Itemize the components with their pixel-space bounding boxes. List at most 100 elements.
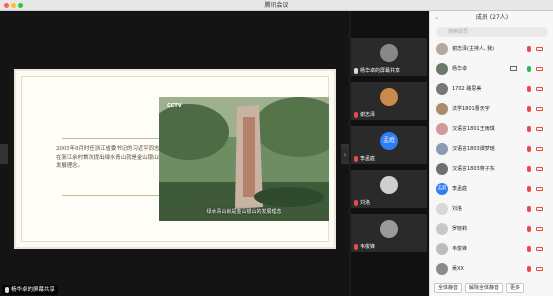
member-name: 1702 路思美	[452, 86, 482, 92]
slide-divider-bottom	[62, 195, 160, 196]
left-side-tab	[0, 144, 8, 164]
camera-off-icon[interactable]	[536, 187, 543, 191]
tile-name: 杨华卓的屏幕共享	[360, 68, 401, 74]
list-item[interactable]: 刘洛	[430, 202, 553, 216]
video-tile[interactable]: 刘洛	[351, 170, 427, 208]
mic-icon	[354, 67, 358, 74]
mic-muted-icon[interactable]	[527, 186, 531, 192]
tile-name: 刘洛	[360, 200, 371, 206]
list-item[interactable]: 1702 路思美	[430, 82, 553, 96]
tile-label: 杨华卓的屏幕共享	[354, 67, 400, 74]
slide-frame: 2005年8月时任浙江省委书记的习近平同志，在浙江余村首次提出绿水青山就是金山银…	[21, 76, 329, 242]
member-name: 李孟庭	[452, 186, 468, 192]
member-name: 杨华卓	[452, 66, 468, 72]
list-item[interactable]: 罗晓莉	[430, 222, 553, 236]
avatar	[436, 243, 448, 255]
list-item[interactable]: 汉语言1801王雨琪	[430, 122, 553, 136]
shared-screen: 2005年8月时任浙江省委书记的习近平同志，在浙江余村首次提出绿水青山就是金山银…	[0, 11, 349, 296]
member-name: 汉语言1803蒋子东	[452, 166, 495, 172]
members-panel-title: 成员 (27人)	[475, 14, 509, 21]
list-item[interactable]: 法学1801曹天宇	[430, 102, 553, 116]
tile-name: 谢志泽	[360, 112, 376, 118]
avatar	[436, 83, 448, 95]
camera-off-icon[interactable]	[536, 147, 543, 151]
mic-muted-icon	[354, 111, 358, 118]
avatar	[436, 123, 448, 135]
window-title: 腾讯会议	[264, 2, 289, 9]
avatar	[436, 43, 448, 55]
avatar	[380, 88, 398, 106]
camera-off-icon[interactable]	[536, 167, 543, 171]
list-item[interactable]: 谢志泽(主持人, 我)	[430, 42, 553, 56]
avatar: 孟庭	[380, 132, 398, 150]
avatar	[436, 203, 448, 215]
avatar	[380, 44, 398, 62]
mic-muted-icon	[354, 155, 358, 162]
chevron-right-icon[interactable]: ›	[341, 148, 349, 162]
list-item[interactable]: 孟庭 李孟庭	[430, 182, 553, 196]
mic-muted-icon[interactable]	[527, 106, 531, 112]
camera-off-icon[interactable]	[536, 247, 543, 251]
title-bar: 腾讯会议	[0, 0, 553, 11]
member-name: 罗晓莉	[452, 226, 468, 232]
mic-muted-icon[interactable]	[527, 166, 531, 172]
member-name: 法学1801曹天宇	[452, 106, 490, 112]
screen-share-label-text: 杨华卓的屏幕共享	[11, 287, 56, 293]
presentation-slide: 2005年8月时任浙江省委书记的习近平同志，在浙江余村首次提出绿水青山就是金山银…	[14, 69, 336, 249]
tile-name: 李孟庭	[360, 156, 376, 162]
mic-muted-icon	[354, 199, 358, 206]
camera-off-icon[interactable]	[536, 107, 543, 111]
unmute-all-button[interactable]: 解除全体静音	[465, 283, 504, 293]
video-tile[interactable]: 杨华卓的屏幕共享	[351, 38, 427, 76]
mic-muted-icon[interactable]	[527, 206, 531, 212]
tile-label: 韦俊锋	[354, 243, 375, 250]
avatar	[436, 263, 448, 275]
member-search-input[interactable]: 搜索成员	[436, 27, 548, 37]
screen-share-icon	[510, 66, 517, 71]
list-item[interactable]: 吴XX	[430, 262, 553, 276]
avatar	[436, 63, 448, 75]
mic-muted-icon[interactable]	[527, 46, 531, 52]
member-name: 汉语言1801王雨琪	[452, 126, 495, 132]
slide-body-text: 2005年8月时任浙江省委书记的习近平同志，在浙江余村首次提出绿水青山就是金山银…	[56, 146, 165, 169]
mic-muted-icon[interactable]	[527, 246, 531, 252]
more-button[interactable]: 更多	[506, 283, 525, 293]
member-name: 谢志泽(主持人, 我)	[452, 46, 495, 52]
camera-off-icon[interactable]	[536, 127, 543, 131]
list-item[interactable]: 韦俊锋	[430, 242, 553, 256]
mute-all-button[interactable]: 全体静音	[434, 283, 463, 293]
camera-off-icon[interactable]	[536, 47, 543, 51]
mic-icon[interactable]	[527, 66, 531, 72]
tile-label: 谢志泽	[354, 111, 375, 118]
mic-muted-icon[interactable]	[527, 266, 531, 272]
slide-photo: CCTV 绿水青山就是金山银山的发展理念	[159, 97, 329, 221]
mic-muted-icon[interactable]	[527, 146, 531, 152]
tile-label: 李孟庭	[354, 155, 375, 162]
camera-off-icon[interactable]	[536, 67, 543, 71]
camera-off-icon[interactable]	[536, 267, 543, 271]
avatar	[380, 220, 398, 238]
avatar	[436, 103, 448, 115]
video-tiles: 杨华卓的屏幕共享 谢志泽 孟庭 李孟庭 刘洛 韦俊锋	[351, 11, 429, 296]
list-item[interactable]: 汉语言1803谭梦瑶	[430, 142, 553, 156]
members-panel: ⌄ 成员 (27人) 搜索成员 谢志泽(主持人, 我) 杨华卓 1702 路思美	[429, 11, 553, 296]
mic-muted-icon[interactable]	[527, 226, 531, 232]
photo-caption: 绿水青山就是金山银山的发展理念	[206, 209, 282, 215]
member-name: 吴XX	[452, 266, 464, 272]
tv-logo: CCTV	[167, 103, 182, 109]
camera-off-icon[interactable]	[536, 227, 543, 231]
camera-off-icon[interactable]	[536, 87, 543, 91]
video-tile[interactable]: 谢志泽	[351, 82, 427, 120]
mic-muted-icon[interactable]	[527, 86, 531, 92]
member-name: 韦俊锋	[452, 246, 468, 252]
avatar	[380, 176, 398, 194]
landscape-image	[159, 97, 329, 221]
meeting-window: 腾讯会议 2005年8月时任浙江省委书记的习近平同志，在浙江余村首次提出绿水青山…	[0, 0, 553, 296]
video-tile[interactable]: 韦俊锋	[351, 214, 427, 252]
mic-muted-icon[interactable]	[527, 126, 531, 132]
camera-off-icon[interactable]	[536, 207, 543, 211]
list-item[interactable]: 汉语言1803蒋子东	[430, 162, 553, 176]
video-tile[interactable]: 孟庭 李孟庭	[351, 126, 427, 164]
list-item[interactable]: 杨华卓	[430, 62, 553, 76]
member-name: 汉语言1803谭梦瑶	[452, 146, 495, 152]
